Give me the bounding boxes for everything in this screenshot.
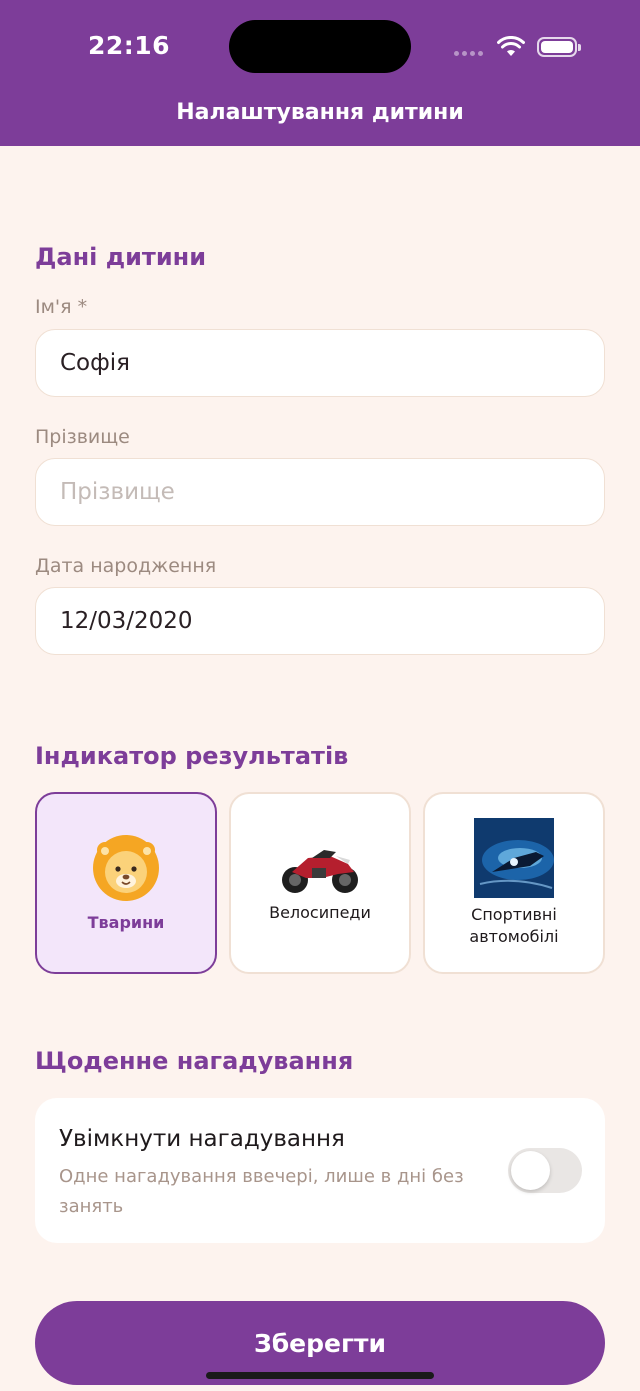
sports-car-icon bbox=[474, 818, 554, 898]
reminder-title: Увімкнути нагадування bbox=[59, 1126, 345, 1152]
birth-date-field[interactable]: 12/03/2020 bbox=[35, 587, 605, 655]
lion-icon bbox=[93, 835, 159, 901]
last-name-label: Прізвище bbox=[35, 426, 130, 448]
indicator-option-label: Велосипеди bbox=[269, 903, 371, 922]
wifi-icon bbox=[497, 36, 525, 56]
birth-date-label: Дата народження bbox=[35, 555, 217, 577]
status-time: 22:16 bbox=[88, 31, 171, 60]
motorcycle-icon bbox=[282, 850, 358, 893]
toggle-knob bbox=[511, 1151, 550, 1190]
reminder-card: Увімкнути нагадування Одне нагадування в… bbox=[35, 1098, 605, 1243]
first-name-value: Софія bbox=[60, 350, 131, 376]
indicator-option-label: Спортивні автомобілі bbox=[469, 905, 559, 946]
indicator-option-animals[interactable]: Тварини bbox=[35, 792, 217, 974]
last-name-placeholder: Прізвище bbox=[60, 479, 175, 505]
section-title-reminder: Щоденне нагадування bbox=[35, 1047, 354, 1075]
page-title: Налаштування дитини bbox=[176, 100, 464, 125]
dynamic-island bbox=[229, 20, 411, 73]
home-indicator bbox=[206, 1372, 434, 1379]
indicator-option-sports-cars[interactable]: Спортивні автомобілі bbox=[423, 792, 605, 974]
first-name-label: Ім'я * bbox=[35, 296, 88, 318]
birth-date-value: 12/03/2020 bbox=[60, 608, 193, 634]
first-name-field[interactable]: Софія bbox=[35, 329, 605, 397]
indicator-option-label: Тварини bbox=[87, 913, 165, 932]
last-name-field[interactable]: Прізвище bbox=[35, 458, 605, 526]
indicator-option-bikes[interactable]: Велосипеди bbox=[229, 792, 411, 974]
cellular-signal-icon bbox=[454, 51, 483, 56]
app-header: 22:16 Налаштування дитини bbox=[0, 0, 640, 146]
reminder-description: Одне нагадування ввечері, лише в дні без… bbox=[59, 1166, 464, 1217]
battery-icon bbox=[537, 37, 581, 57]
reminder-toggle[interactable] bbox=[508, 1148, 582, 1193]
section-title-indicator: Індикатор результатів bbox=[35, 742, 349, 770]
section-title-child-data: Дані дитини bbox=[35, 243, 207, 271]
